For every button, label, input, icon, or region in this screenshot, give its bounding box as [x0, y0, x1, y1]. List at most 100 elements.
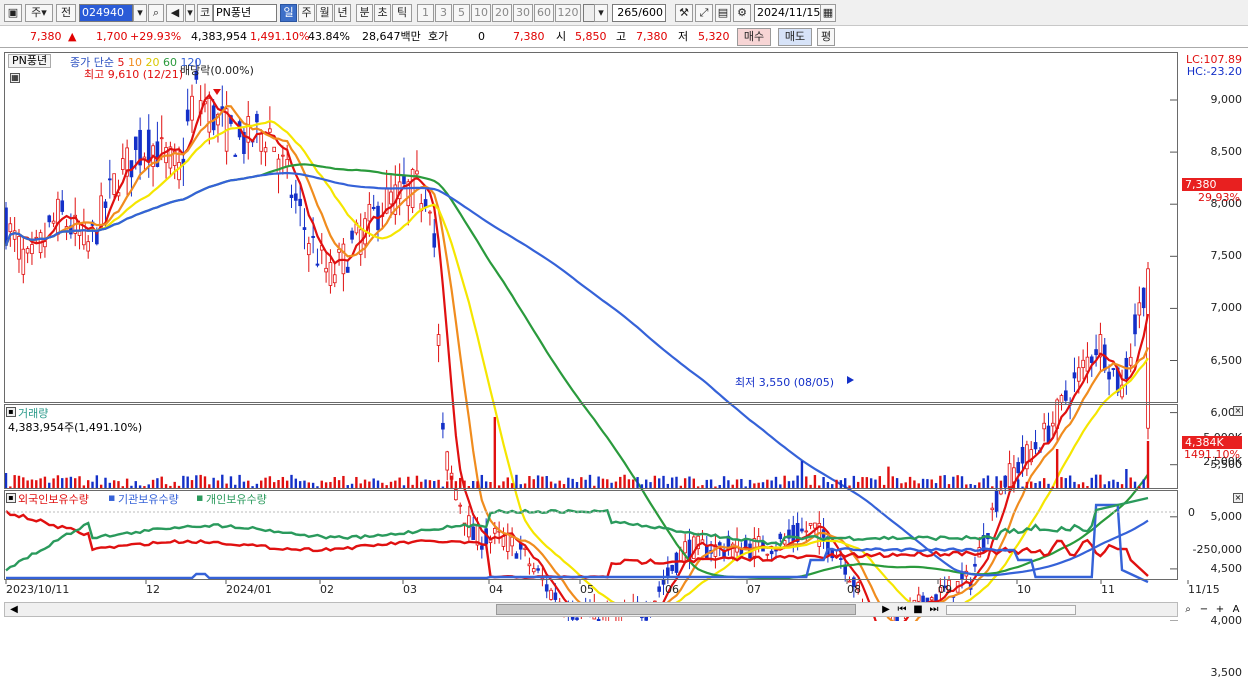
volume-bar — [290, 474, 293, 489]
candle-body — [804, 530, 809, 533]
candle-body — [255, 113, 259, 123]
volume-bar — [562, 484, 566, 489]
holdings-close-icon[interactable]: × — [1233, 493, 1243, 503]
interval-dropdown-icon[interactable]: ▾ — [594, 4, 608, 22]
interval-120-button[interactable]: 120 — [555, 4, 581, 22]
volume-bar — [506, 477, 509, 489]
volume-bar — [411, 484, 414, 489]
period-second-button[interactable]: 초 — [374, 4, 391, 22]
price-chart[interactable] — [0, 49, 1248, 621]
volume-bar — [645, 479, 648, 489]
candle-body — [458, 504, 463, 507]
date-tick-label: 09 — [938, 583, 952, 596]
volume-close-icon[interactable]: × — [1233, 406, 1243, 416]
chart-tool-icon[interactable]: ⚒ — [675, 4, 693, 22]
price-tick-label: 7,500 — [1210, 249, 1243, 263]
code-dropdown-icon[interactable]: ▾ — [133, 4, 147, 22]
volume-bar — [614, 481, 618, 489]
stock-name-field[interactable]: PN풍년 — [213, 4, 277, 22]
interval-20-button[interactable]: 20 — [492, 4, 512, 22]
candle-body — [371, 206, 376, 210]
interval-60-button[interactable]: 60 — [534, 4, 554, 22]
high-note: 최고 9,610 (12/21) — [84, 68, 184, 81]
volume-bar — [839, 480, 843, 489]
volume-bar — [1133, 481, 1137, 489]
volume-bar — [177, 485, 181, 489]
auto-scale-icon[interactable]: A — [1228, 603, 1244, 616]
candle-body — [185, 109, 190, 122]
period-week-button[interactable]: 주 — [298, 4, 315, 22]
market-badge[interactable]: 코 — [197, 4, 213, 22]
buy-button[interactable]: 매수 — [737, 28, 771, 46]
avg-button[interactable]: 평 — [817, 28, 835, 46]
volume-bar — [869, 478, 873, 489]
period-month-button[interactable]: 월 — [316, 4, 333, 22]
candle-body — [1111, 368, 1116, 371]
scroll-end-icon[interactable]: ⏭ — [926, 603, 942, 616]
zoom-minus-icon[interactable]: − — [1196, 603, 1212, 616]
speaker-icon[interactable]: ◀ — [166, 4, 184, 22]
date-field[interactable]: 2024/11/15 — [754, 4, 822, 22]
period-minute-button[interactable]: 분 — [356, 4, 373, 22]
volume-bar — [190, 480, 194, 489]
scroll-left-icon[interactable]: ◀ — [6, 603, 22, 616]
volume-bar — [571, 478, 574, 489]
candle-body — [302, 227, 307, 230]
period-day-button[interactable]: 일 — [280, 4, 297, 22]
volume-bar — [346, 485, 349, 489]
interval-3-button[interactable]: 3 — [435, 4, 452, 22]
bid-price: 7,380 — [513, 30, 545, 43]
candle-body — [1081, 359, 1085, 368]
scroll-right-icon[interactable]: ▶ — [878, 603, 894, 616]
scroll-thumb[interactable] — [496, 604, 856, 615]
scroll-stop-icon[interactable]: ■ — [910, 603, 926, 616]
volume-bar — [965, 484, 968, 489]
volume-bar — [125, 478, 129, 489]
zoom-slider[interactable] — [946, 605, 1076, 615]
gear-icon[interactable]: ⚙ — [733, 4, 751, 22]
all-tab-button[interactable]: 전 — [56, 4, 76, 22]
volume-bar — [117, 481, 120, 489]
volume-bar — [1090, 477, 1093, 489]
volume-bar — [969, 483, 972, 489]
zoom-plus-icon[interactable]: + — [1212, 603, 1228, 616]
interval-5-button[interactable]: 5 — [453, 4, 470, 22]
interval-10-button[interactable]: 10 — [471, 4, 491, 22]
zoom-out-search-icon[interactable]: ⌕ — [1180, 603, 1196, 616]
bar-count-field[interactable]: 265/600 — [612, 4, 666, 22]
volume-bar — [991, 486, 994, 489]
candle-body — [56, 198, 60, 235]
line-tool-icon[interactable]: ⤢ — [695, 4, 713, 22]
ma60-line — [4, 163, 1149, 580]
volume-bar — [359, 483, 362, 489]
volume-bar — [1142, 479, 1145, 489]
interval-30-button[interactable]: 30 — [513, 4, 533, 22]
volume-panel-icon[interactable]: ▪ — [6, 407, 16, 417]
volume-bar — [999, 480, 1003, 489]
scroll-start-icon[interactable]: ⏮ — [894, 603, 910, 616]
volume-bar — [1017, 479, 1020, 489]
period-tick-button[interactable]: 틱 — [392, 4, 412, 22]
holdings-panel-icon[interactable]: ▪ — [6, 493, 16, 503]
indiv-legend: 개인보유수량 — [206, 493, 267, 506]
panel-menu-icon[interactable]: ▦ — [10, 73, 20, 83]
volume-bar — [770, 480, 773, 489]
save-icon[interactable]: ▤ — [715, 4, 731, 22]
candle-body — [415, 170, 419, 175]
volume-bar — [584, 479, 587, 489]
period-tab-button[interactable]: 주▾ — [25, 4, 53, 22]
volume-bar — [852, 475, 856, 489]
high-marker-icon — [213, 89, 221, 95]
calendar-icon[interactable]: ▦ — [820, 4, 836, 22]
interval-1-button[interactable]: 1 — [417, 4, 434, 22]
stock-code-input[interactable]: 024940 — [79, 4, 133, 22]
period-year-button[interactable]: 년 — [334, 4, 351, 22]
speaker-dropdown-icon[interactable]: ▾ — [185, 4, 195, 22]
volume-bar — [545, 476, 548, 489]
search-icon[interactable]: ⌕ — [148, 4, 164, 22]
layout-icon[interactable]: ▣ — [4, 4, 22, 22]
ticker-tab[interactable]: PN풍년 — [8, 54, 52, 68]
sell-button[interactable]: 매도 — [778, 28, 812, 46]
low-marker-icon — [847, 376, 854, 384]
volume-bar — [65, 477, 68, 489]
